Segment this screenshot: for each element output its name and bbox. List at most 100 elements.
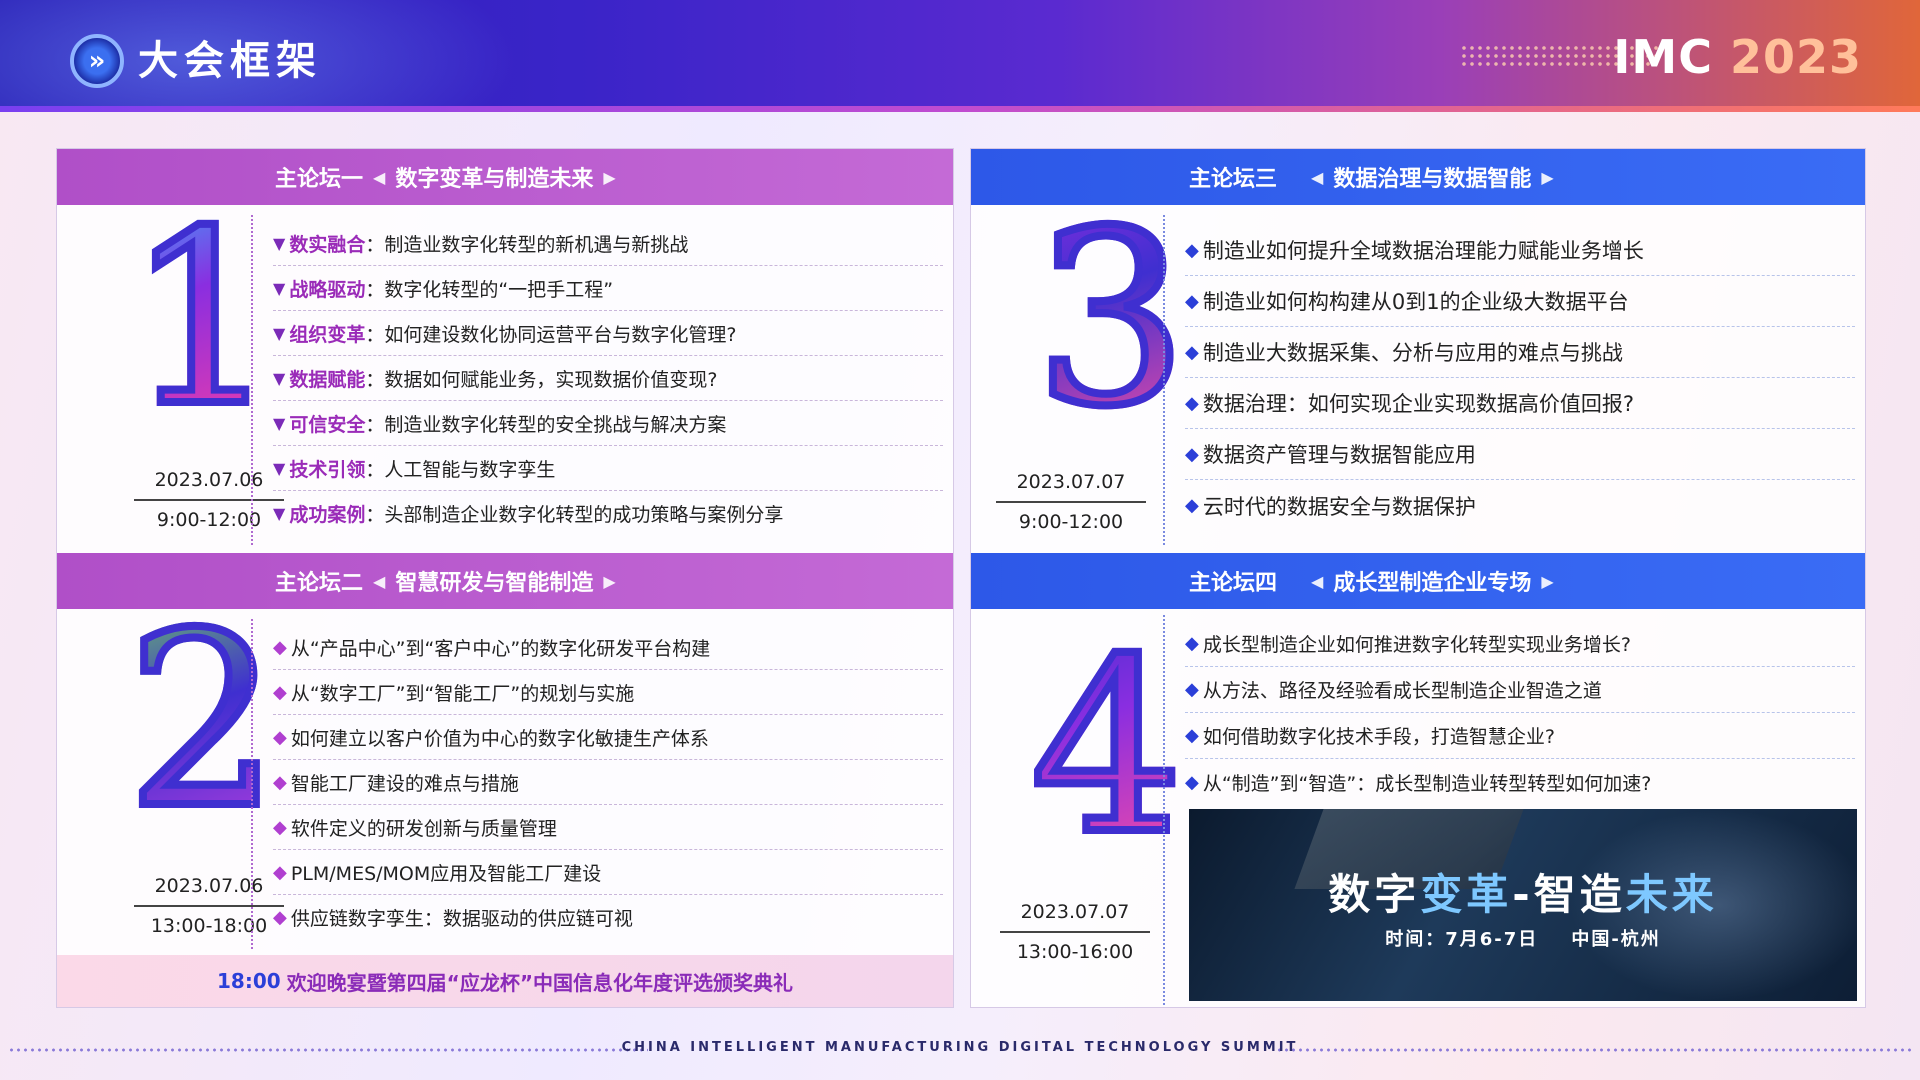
- forum-1-theme: 数字变革与制造未来: [395, 167, 594, 192]
- forum-2-time: 13:00-18:00: [150, 915, 268, 937]
- divider: [1000, 931, 1150, 933]
- forum-3-list: ◆ 制造业如何提升全域数据治理能力赋能业务增长 ◆ 制造业如何构构建从0到1的企业级…: [1185, 225, 1855, 531]
- diamond-icon: ◆: [1185, 392, 1199, 414]
- list-item: ◆ 制造业如何构构建从0到1的企业级大数据平台: [1185, 276, 1855, 327]
- forum-4-time: 13:00-16:00: [1016, 941, 1134, 963]
- dotted-divider: [251, 215, 253, 545]
- brand-logo: IMC 2023: [1613, 30, 1862, 84]
- forum-3-datetime: 2023.07.07 9:00-12:00: [991, 471, 1151, 533]
- forum-1-time: 9:00-12:00: [156, 509, 262, 531]
- forum-3-number: 3: [1031, 179, 1192, 459]
- forum-4-number: 4: [1027, 607, 1188, 887]
- triangle-left-icon: ◀: [1311, 167, 1324, 187]
- banner-subtitle: 时间：7月6-7日 中国-杭州: [1385, 929, 1661, 950]
- triangle-right-icon: ▶: [1541, 167, 1554, 187]
- page-title: 大会框架: [138, 38, 322, 84]
- forum-1-list: ▼ 数实融合：制造业数字化转型的新机遇与新挑战 ▼ 战略驱动：数字化转型的“一把手工…: [273, 221, 943, 536]
- forum-4-header: 主论坛四 ◀ 成长型制造企业专场 ▶: [971, 553, 1865, 609]
- triangle-left-icon: ◀: [1311, 571, 1324, 591]
- diamond-icon: ◆: [273, 771, 287, 793]
- panel-left: 主论坛一 ◀ 数字变革与制造未来 ▶ 1 2023.07.06 9:00-12:…: [56, 148, 954, 1008]
- triangle-down-icon: ▼: [273, 323, 286, 343]
- diamond-icon: ◆: [1185, 771, 1199, 793]
- diamond-icon: ◆: [1185, 679, 1199, 700]
- list-item: ◆ 从“制造”到“智造”：成长型制造业转型转型如何加速?: [1185, 771, 1652, 795]
- dotted-divider: [1163, 615, 1165, 1005]
- list-item: ▼ 技术引领：人工智能与数字孪生: [273, 446, 943, 491]
- triangle-down-icon: ▼: [273, 504, 286, 523]
- triangle-down-icon: ▼: [273, 233, 286, 253]
- forum-4-theme: 成长型制造企业专场: [1333, 571, 1532, 596]
- list-item: ◆ 数据治理：如何实现企业实现数据高价值回报?: [1185, 378, 1855, 429]
- list-item: ◆ 软件定义的研发创新与质量管理: [273, 805, 943, 850]
- list-item: ◆ 供应链数字孪生：数据驱动的供应链可视: [273, 907, 633, 930]
- list-item: ▼ 战略驱动：数字化转型的“一把手工程”: [273, 266, 943, 311]
- forum-1-date: 2023.07.06: [154, 469, 264, 491]
- list-item: ▼ 数实融合：制造业数字化转型的新机遇与新挑战: [273, 221, 943, 266]
- diamond-icon: ◆: [1185, 633, 1199, 654]
- triangle-right-icon: ▶: [603, 571, 616, 591]
- diamond-icon: ◆: [273, 726, 287, 748]
- forum-2-label: 主论坛二: [275, 571, 364, 596]
- forum-1-label: 主论坛一: [275, 167, 364, 192]
- triangle-right-icon: ▶: [1541, 571, 1554, 591]
- forum-3-date: 2023.07.07: [1016, 471, 1126, 493]
- triangle-down-icon: ▼: [273, 413, 286, 433]
- forum-2-date: 2023.07.06: [154, 875, 264, 897]
- list-item: ▼ 可信安全：制造业数字化转型的安全挑战与解决方案: [273, 401, 943, 446]
- forum-4-list: ◆ 成长型制造企业如何推进数字化转型实现业务增长? ◆ 从方法、路径及经验看成长型制…: [1185, 621, 1855, 805]
- diamond-icon: ◆: [1185, 443, 1199, 465]
- list-item: ◆ 制造业大数据采集、分析与应用的难点与挑战: [1185, 327, 1855, 378]
- triangle-left-icon: ◀: [373, 167, 386, 187]
- triangle-down-icon: ▼: [273, 458, 286, 478]
- forum-3-time: 9:00-12:00: [1018, 511, 1124, 533]
- list-item: ◆ 如何建立以客户价值为中心的数字化敏捷生产体系: [273, 715, 943, 760]
- summit-tagline: CHINA INTELLIGENT MANUFACTURING DIGITAL …: [621, 1040, 1299, 1055]
- list-item: ◆ 智能工厂建设的难点与措施: [273, 760, 943, 805]
- list-item: ◆ 如何借助数字化技术手段，打造智慧企业?: [1185, 713, 1855, 759]
- header-bar: » 大会框架 IMC 2023: [0, 0, 1920, 112]
- forum-2-theme: 智慧研发与智能制造: [395, 571, 594, 596]
- forum-2-datetime: 2023.07.06 13:00-18:00: [129, 875, 289, 937]
- list-item: ◆ 成长型制造企业如何推进数字化转型实现业务增长?: [1185, 621, 1855, 667]
- promo-banner: 数字变革-智造未来 时间：7月6-7日 中国-杭州: [1189, 809, 1857, 1001]
- forum-4-date: 2023.07.07: [1020, 901, 1130, 923]
- list-item: ◆ 从“数字工厂”到“智能工厂”的规划与实施: [273, 670, 943, 715]
- diamond-icon: ◆: [273, 681, 287, 703]
- forum-1-datetime: 2023.07.06 9:00-12:00: [129, 469, 289, 531]
- triangle-left-icon: ◀: [373, 571, 386, 591]
- triangle-down-icon: ▼: [273, 368, 286, 388]
- diamond-icon: ◆: [1185, 341, 1199, 363]
- diamond-icon: ◆: [1185, 495, 1199, 516]
- panel-right: 主论坛三 ◀ 数据治理与数据智能 ▶ 3 2023.07.07 9:00-12:…: [970, 148, 1866, 1008]
- list-item: ▼ 成功案例：头部制造企业数字化转型的成功策略与案例分享: [273, 504, 784, 526]
- divider: [134, 499, 284, 501]
- fast-forward-icon: »: [70, 34, 124, 88]
- diamond-icon: ◆: [273, 861, 287, 883]
- divider: [996, 501, 1146, 503]
- diamond-icon: ◆: [1185, 239, 1199, 261]
- dotted-divider: [251, 619, 253, 949]
- diamond-icon: ◆: [273, 816, 287, 838]
- diamond-icon: ◆: [273, 636, 287, 658]
- list-item: ◆ 数据资产管理与数据智能应用: [1185, 429, 1855, 480]
- banner-title: 数字变革-智造未来: [1328, 870, 1718, 919]
- list-item: ◆ 云时代的数据安全与数据保护: [1185, 494, 1476, 519]
- diamond-icon: ◆: [273, 907, 287, 928]
- forum-2-list: ◆ 从“产品中心”到“客户中心”的数字化研发平台构建 ◆ 从“数字工厂”到“智能工厂…: [273, 625, 943, 940]
- evening-banner: 18:00 欢迎晚宴暨第四届“应龙杯”中国信息化年度评选颁奖典礼: [57, 955, 953, 1007]
- evening-text: 欢迎晚宴暨第四届“应龙杯”中国信息化年度评选颁奖典礼: [286, 970, 793, 995]
- diamond-icon: ◆: [1185, 290, 1199, 312]
- evening-time: 18:00: [217, 969, 281, 993]
- divider: [134, 905, 284, 907]
- list-item: ◆ PLM/MES/MOM应用及智能工厂建设: [273, 850, 943, 895]
- list-item: ◆ 从方法、路径及经验看成长型制造企业智造之道: [1185, 667, 1855, 713]
- list-item: ▼ 数据赋能：数据如何赋能业务，实现数据价值变现?: [273, 356, 943, 401]
- list-item: ◆ 从“产品中心”到“客户中心”的数字化研发平台构建: [273, 625, 943, 670]
- forum-3-label: 主论坛三: [1189, 167, 1278, 192]
- list-item: ▼ 组织变革：如何建设数化协同运营平台与数字化管理?: [273, 311, 943, 356]
- diamond-icon: ◆: [1185, 725, 1199, 746]
- list-item: ◆ 制造业如何提升全域数据治理能力赋能业务增长: [1185, 225, 1855, 276]
- triangle-right-icon: ▶: [603, 167, 616, 187]
- forum-4-label: 主论坛四: [1189, 571, 1278, 596]
